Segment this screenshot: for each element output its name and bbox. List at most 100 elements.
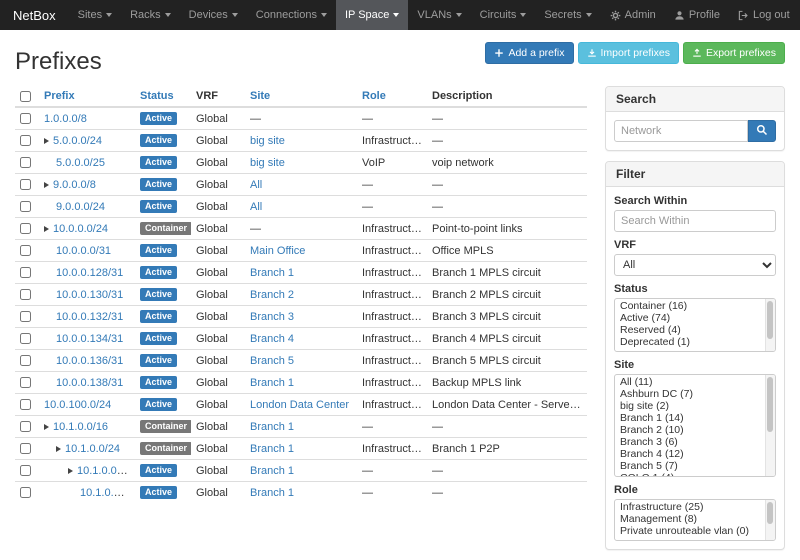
option-all-11[interactable]: All (11) bbox=[615, 376, 775, 388]
site-link[interactable]: Branch 5 bbox=[250, 355, 294, 367]
option-infrastructure-25[interactable]: Infrastructure (25) bbox=[615, 501, 775, 513]
row-checkbox[interactable] bbox=[20, 443, 31, 454]
nav-item-sites[interactable]: Sites bbox=[69, 0, 121, 30]
prefix-link[interactable]: 10.0.0.134/31 bbox=[56, 333, 123, 345]
prefix-link[interactable]: 9.0.0.0/8 bbox=[53, 179, 96, 191]
option-branch-2-10[interactable]: Branch 2 (10) bbox=[615, 424, 775, 436]
site-link[interactable]: London Data Center bbox=[250, 399, 349, 411]
row-checkbox[interactable] bbox=[20, 465, 31, 476]
site-link[interactable]: Branch 3 bbox=[250, 311, 294, 323]
site-link[interactable]: All bbox=[250, 179, 262, 191]
option-active-74[interactable]: Active (74) bbox=[615, 312, 775, 324]
nav-item-racks[interactable]: Racks bbox=[121, 0, 180, 30]
expand-arrow-icon[interactable] bbox=[68, 468, 73, 474]
row-checkbox[interactable] bbox=[20, 201, 31, 212]
search-within-input[interactable] bbox=[614, 210, 776, 232]
prefix-link[interactable]: 10.1.0.0/16 bbox=[53, 421, 108, 433]
app-logo[interactable]: NetBox bbox=[0, 0, 69, 30]
row-checkbox[interactable] bbox=[20, 223, 31, 234]
prefix-link[interactable]: 1.0.0.0/8 bbox=[44, 113, 87, 125]
row-checkbox[interactable] bbox=[20, 179, 31, 190]
row-checkbox[interactable] bbox=[20, 333, 31, 344]
row-checkbox[interactable] bbox=[20, 135, 31, 146]
nav-item-secrets[interactable]: Secrets bbox=[535, 0, 600, 30]
option-deprecated-1[interactable]: Deprecated (1) bbox=[615, 336, 775, 348]
role-listbox[interactable]: Infrastructure (25)Management (8)Private… bbox=[614, 499, 776, 541]
row-checkbox[interactable] bbox=[20, 289, 31, 300]
option-big-site-2[interactable]: big site (2) bbox=[615, 400, 775, 412]
nav-item-log-out[interactable]: Log out bbox=[729, 0, 799, 30]
prefix-link[interactable]: 10.0.0.136/31 bbox=[56, 355, 123, 367]
row-checkbox[interactable] bbox=[20, 377, 31, 388]
site-link[interactable]: big site bbox=[250, 157, 285, 169]
prefix-link[interactable]: 5.0.0.0/24 bbox=[53, 135, 102, 147]
row-checkbox[interactable] bbox=[20, 487, 31, 498]
row-checkbox[interactable] bbox=[20, 355, 31, 366]
nav-item-vlans[interactable]: VLANs bbox=[408, 0, 470, 30]
expand-arrow-icon[interactable] bbox=[44, 226, 49, 232]
option-reserved-4[interactable]: Reserved (4) bbox=[615, 324, 775, 336]
site-link[interactable]: Branch 1 bbox=[250, 267, 294, 279]
site-link[interactable]: Branch 4 bbox=[250, 333, 294, 345]
site-link[interactable]: Branch 1 bbox=[250, 377, 294, 389]
prefix-link[interactable]: 10.0.0.138/31 bbox=[56, 377, 123, 389]
prefix-link[interactable]: 9.0.0.0/24 bbox=[56, 201, 105, 213]
column-header-site[interactable]: Site bbox=[245, 86, 357, 107]
option-branch-1-14[interactable]: Branch 1 (14) bbox=[615, 412, 775, 424]
nav-item-connections[interactable]: Connections bbox=[247, 0, 336, 30]
prefix-link[interactable]: 5.0.0.0/25 bbox=[56, 157, 105, 169]
site-link[interactable]: big site bbox=[250, 135, 285, 147]
option-colo-1-4[interactable]: COLO 1 (4) bbox=[615, 472, 775, 477]
option-branch-4-12[interactable]: Branch 4 (12) bbox=[615, 448, 775, 460]
export-prefixes-button[interactable]: Export prefixes bbox=[683, 42, 785, 64]
prefix-link[interactable]: 10.1.0.0/26 bbox=[80, 487, 135, 499]
site-link[interactable]: Branch 1 bbox=[250, 443, 294, 455]
option-private-unrouteable-vlan-0[interactable]: Private unrouteable vlan (0) bbox=[615, 525, 775, 537]
site-link[interactable]: Branch 1 bbox=[250, 465, 294, 477]
scrollbar-thumb[interactable] bbox=[767, 502, 773, 524]
prefix-link[interactable]: 10.0.100.0/24 bbox=[44, 399, 111, 411]
site-link[interactable]: All bbox=[250, 201, 262, 213]
option-ashburn-dc-7[interactable]: Ashburn DC (7) bbox=[615, 388, 775, 400]
option-branch-3-6[interactable]: Branch 3 (6) bbox=[615, 436, 775, 448]
import-prefixes-button[interactable]: Import prefixes bbox=[578, 42, 679, 64]
column-header-role[interactable]: Role bbox=[357, 86, 427, 107]
option-management-8[interactable]: Management (8) bbox=[615, 513, 775, 525]
search-input[interactable] bbox=[614, 120, 748, 142]
prefix-link[interactable]: 10.0.0.0/31 bbox=[56, 245, 111, 257]
row-checkbox[interactable] bbox=[20, 113, 31, 124]
expand-arrow-icon[interactable] bbox=[44, 424, 49, 430]
row-checkbox[interactable] bbox=[20, 421, 31, 432]
nav-item-ip-space[interactable]: IP Space bbox=[336, 0, 408, 30]
prefix-link[interactable]: 10.1.0.0/25 bbox=[77, 465, 132, 477]
scrollbar-thumb[interactable] bbox=[767, 301, 773, 339]
expand-arrow-icon[interactable] bbox=[44, 138, 49, 144]
expand-arrow-icon[interactable] bbox=[56, 446, 61, 452]
select-all-checkbox[interactable] bbox=[20, 91, 31, 102]
site-link[interactable]: Main Office bbox=[250, 245, 305, 257]
search-button[interactable] bbox=[748, 120, 776, 142]
nav-item-admin[interactable]: Admin bbox=[601, 0, 665, 30]
scrollbar-thumb[interactable] bbox=[767, 377, 773, 432]
prefix-link[interactable]: 10.0.0.130/31 bbox=[56, 289, 123, 301]
column-header-prefix[interactable]: Prefix bbox=[39, 86, 135, 107]
nav-item-circuits[interactable]: Circuits bbox=[471, 0, 536, 30]
prefix-link[interactable]: 10.0.0.128/31 bbox=[56, 267, 123, 279]
option-container-16[interactable]: Container (16) bbox=[615, 300, 775, 312]
row-checkbox[interactable] bbox=[20, 399, 31, 410]
site-link[interactable]: Branch 1 bbox=[250, 487, 294, 499]
expand-arrow-icon[interactable] bbox=[44, 182, 49, 188]
option-branch-5-7[interactable]: Branch 5 (7) bbox=[615, 460, 775, 472]
nav-item-profile[interactable]: Profile bbox=[665, 0, 729, 30]
prefix-link[interactable]: 10.0.0.132/31 bbox=[56, 311, 123, 323]
site-link[interactable]: Branch 2 bbox=[250, 289, 294, 301]
prefix-link[interactable]: 10.0.0.0/24 bbox=[53, 223, 108, 235]
row-checkbox[interactable] bbox=[20, 311, 31, 322]
row-checkbox[interactable] bbox=[20, 157, 31, 168]
nav-item-devices[interactable]: Devices bbox=[180, 0, 247, 30]
column-header-status[interactable]: Status bbox=[135, 86, 191, 107]
vrf-select[interactable]: All bbox=[614, 254, 776, 276]
row-checkbox[interactable] bbox=[20, 245, 31, 256]
prefix-link[interactable]: 10.1.0.0/24 bbox=[65, 443, 120, 455]
site-link[interactable]: Branch 1 bbox=[250, 421, 294, 433]
